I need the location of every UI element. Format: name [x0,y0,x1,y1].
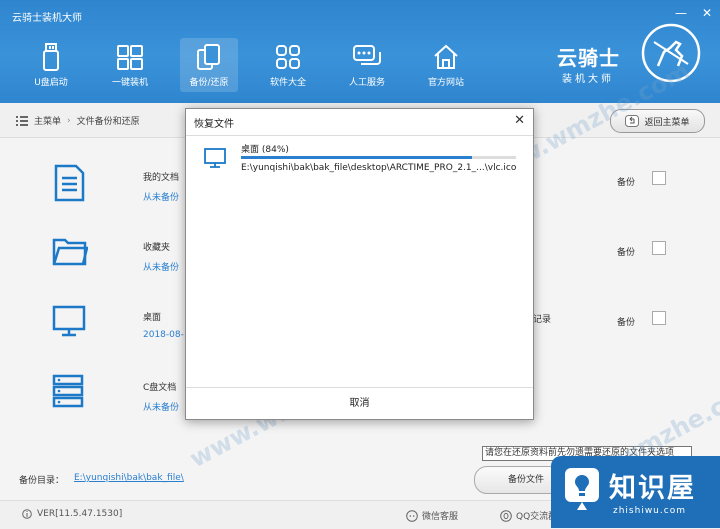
usb-drive-icon [43,43,59,71]
row-name: 收藏夹 [143,243,171,253]
dialog-close-button[interactable]: ✕ [514,113,525,128]
restore-item-title: 桌面 (84%) [241,142,289,155]
monitor-icon [204,148,226,168]
row-record-label: 记录 [533,315,552,325]
row-status: 从未备份 [143,193,180,203]
breadcrumb-root[interactable]: 主菜单 [34,114,61,127]
nav-label: 人工服务 [348,78,385,88]
wechat-icon [406,509,418,522]
row-status: 2018-08- [143,330,184,340]
menu-list-icon [16,115,28,126]
window-controls: — ✕ [674,6,714,20]
restore-dialog: 恢复文件 ✕ 桌面 (84%) E:\yunqishi\bak\bak_file… [185,108,534,420]
breadcrumb-separator: › [67,115,71,126]
breadcrumb-current: 文件备份和还原 [76,117,140,127]
info-icon [22,509,32,519]
restore-item-percent: (84%) [261,145,289,155]
version-info: VER[11.5.47.1530] [22,509,122,519]
corner-site-logo: 知识屋 zhishiwu.com [551,456,720,528]
row-checkbox[interactable] [652,311,666,325]
chat-bubble-icon [353,45,381,65]
apps-grid-icon [276,45,300,69]
row-name: 桌面 [143,313,162,323]
qq-icon [500,509,512,522]
main-nav: U盘启动 一键装机 备份/还原 软件大全 人工服务 官方网站 [22,38,496,92]
close-button[interactable]: ✕ [700,6,714,20]
back-button-label: 返回主菜单 [644,117,690,128]
windows-icon [117,45,143,70]
dialog-titlebar: 恢复文件 ✕ [186,109,533,136]
app-title: 云骑士装机大师 [12,13,82,24]
wechat-label: 微信客服 [422,512,459,522]
progress-bar [241,156,516,159]
return-arrow-icon [625,115,640,127]
brand-name: 云骑士 [557,46,620,70]
minimize-button[interactable]: — [674,6,688,20]
progress-fill [241,156,472,159]
knight-logo-icon [641,23,701,83]
backup-label: 备份 [617,178,636,188]
nav-software[interactable]: 软件大全 [259,38,317,92]
row-name: 我的文档 [143,173,180,183]
row-status: 从未备份 [143,403,180,413]
nav-support[interactable]: 人工服务 [338,38,396,92]
wechat-support-link[interactable]: 微信客服 [406,509,458,522]
dialog-title: 恢复文件 [194,119,234,130]
restore-item-name: 桌面 [241,145,260,155]
qq-group-link[interactable]: QQ交流群 [500,509,557,522]
nav-label: 软件大全 [269,78,306,88]
corner-logo-url: zhishiwu.com [613,506,686,516]
nav-label: 一键装机 [111,78,148,88]
app-window: 云骑士装机大师 — ✕ U盘启动 一键装机 备份/还原 软件大全 人工服务 官方… [0,0,720,529]
backup-label: 备份 [617,318,636,328]
corner-logo-name: 知识屋 [609,473,696,504]
nav-label: 备份/还原 [189,78,229,88]
monitor-icon [52,305,86,337]
brand-subtitle: 装机大师 [562,74,614,85]
home-icon [434,44,458,69]
breadcrumb: 主菜单 › 文件备份和还原 [16,114,140,127]
restore-item: 桌面 (84%) E:\yunqishi\bak\bak_file\deskto… [186,135,533,183]
nav-usb-boot[interactable]: U盘启动 [22,38,80,92]
dialog-footer: 取消 [186,387,533,419]
version-text: VER[11.5.47.1530] [37,509,123,519]
back-to-main-menu-button[interactable]: 返回主菜单 [610,109,705,133]
header-bar: 云骑士装机大师 — ✕ U盘启动 一键装机 备份/还原 软件大全 人工服务 官方… [0,0,720,103]
backup-dir-label: 备份目录： [19,476,65,486]
nav-label: U盘启动 [34,78,68,88]
backup-label: 备份 [617,248,636,258]
lightbulb-icon [565,468,599,510]
nav-website[interactable]: 官方网站 [417,38,475,92]
row-status: 从未备份 [143,263,180,273]
folder-icon [52,238,88,266]
cancel-button[interactable]: 取消 [186,388,533,419]
nav-backup-restore[interactable]: 备份/还原 [180,38,238,92]
row-checkbox[interactable] [652,241,666,255]
backup-restore-icon [197,44,220,70]
nav-one-click-install[interactable]: 一键装机 [101,38,159,92]
restore-item-path: E:\yunqishi\bak\bak_file\desktop\ARCTIME… [241,163,517,173]
row-checkbox[interactable] [652,171,666,185]
backup-dir-path-link[interactable]: E:\yunqishi\bak\bak_file\ [74,473,184,483]
document-icon [54,164,85,202]
nav-label: 官方网站 [427,78,464,88]
server-icon [52,374,84,408]
row-name: C盘文档 [143,383,177,393]
